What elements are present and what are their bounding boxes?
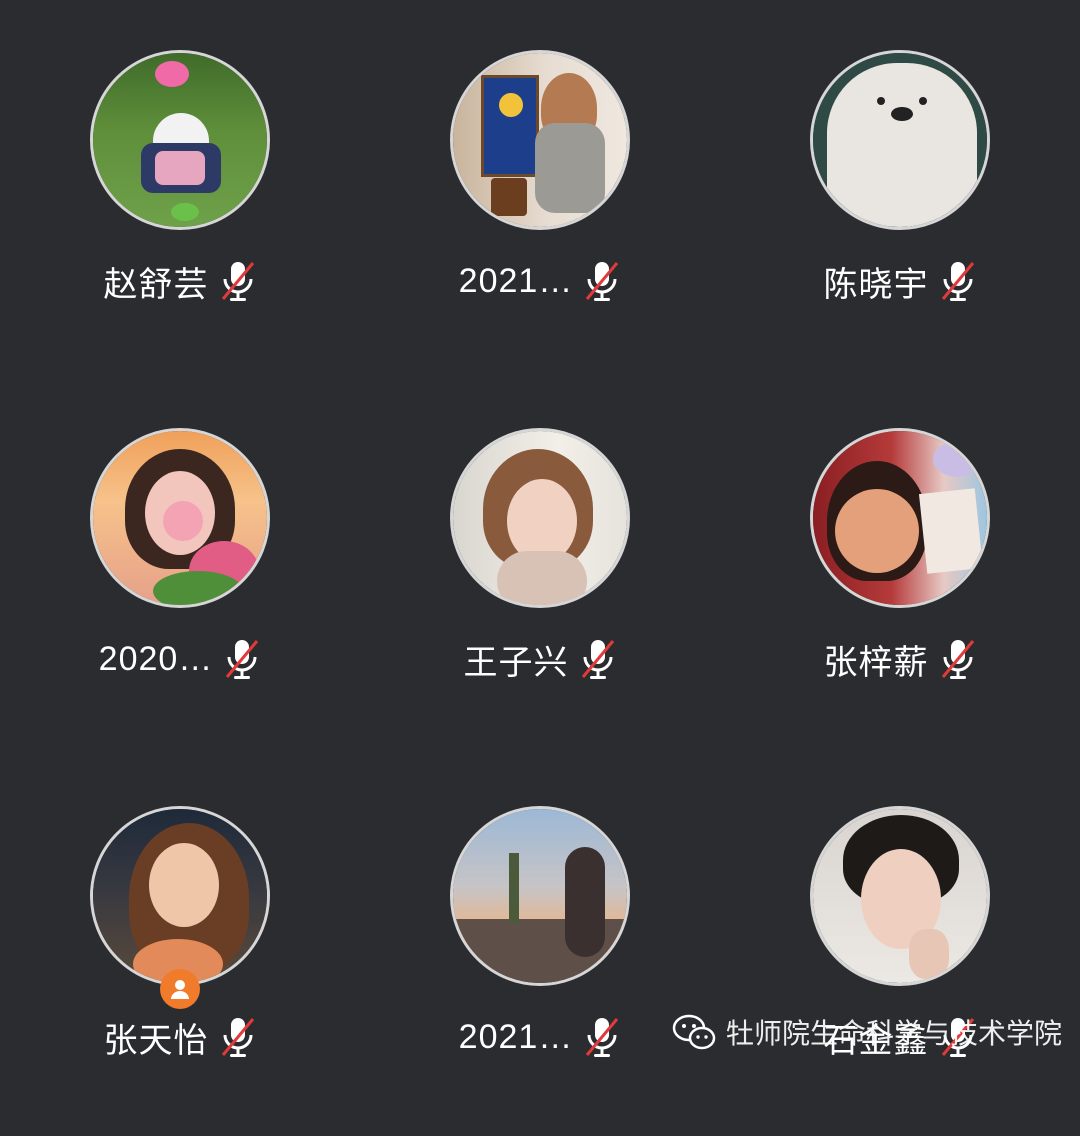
muted-mic-icon <box>941 262 974 301</box>
participant-tile[interactable]: 2021… <box>360 756 720 1136</box>
participant-name: 张天怡 <box>103 1021 209 1060</box>
avatar[interactable] <box>810 806 990 986</box>
muted-mic-icon <box>221 1018 254 1057</box>
participant-tile[interactable]: 2020… <box>0 378 360 758</box>
avatar[interactable] <box>90 50 270 230</box>
muted-mic-icon <box>581 640 614 679</box>
participant-name: 赵舒芸 <box>103 265 209 304</box>
participant-name: 2021… <box>458 261 574 300</box>
muted-mic-icon <box>586 262 619 301</box>
participant-tile[interactable]: 赵舒芸 <box>0 0 360 380</box>
participant-tile[interactable]: 王子兴 <box>360 378 720 758</box>
host-person-icon <box>171 980 189 999</box>
avatar[interactable] <box>90 428 270 608</box>
muted-mic-icon <box>221 262 254 301</box>
participant-name: 王子兴 <box>463 643 569 682</box>
avatar[interactable] <box>450 50 630 230</box>
host-badge <box>160 969 200 1009</box>
participant-name: 张梓薪 <box>823 643 929 682</box>
participant-tile[interactable]: 张天怡 <box>0 756 360 1136</box>
participant-tile[interactable]: 张梓薪 <box>720 378 1080 758</box>
avatar[interactable] <box>450 428 630 608</box>
participant-name: 2020… <box>98 639 214 678</box>
avatar[interactable] <box>810 428 990 608</box>
wechat-icon <box>672 1014 716 1050</box>
participant-name: 2021… <box>458 1017 574 1056</box>
avatar[interactable] <box>90 806 270 986</box>
muted-mic-icon <box>586 1018 619 1057</box>
watermark-text: 牡师院生命科学与技术学院 <box>726 1018 1063 1049</box>
muted-mic-icon <box>941 640 974 679</box>
avatar[interactable] <box>450 806 630 986</box>
participant-grid: 赵舒芸 2021… 陈晓宇 2020… 王子兴 张梓薪 张天怡 2021… 石金… <box>0 0 1080 1080</box>
wechat-watermark: 牡师院生命科学与技术学院 <box>672 1008 1062 1056</box>
participant-tile[interactable]: 陈晓宇 <box>720 0 1080 380</box>
avatar[interactable] <box>810 50 990 230</box>
participant-tile[interactable]: 2021… <box>360 0 720 380</box>
participant-name: 陈晓宇 <box>823 265 929 304</box>
participant-tile[interactable]: 石金鑫 <box>720 756 1080 1136</box>
muted-mic-icon <box>226 640 259 679</box>
